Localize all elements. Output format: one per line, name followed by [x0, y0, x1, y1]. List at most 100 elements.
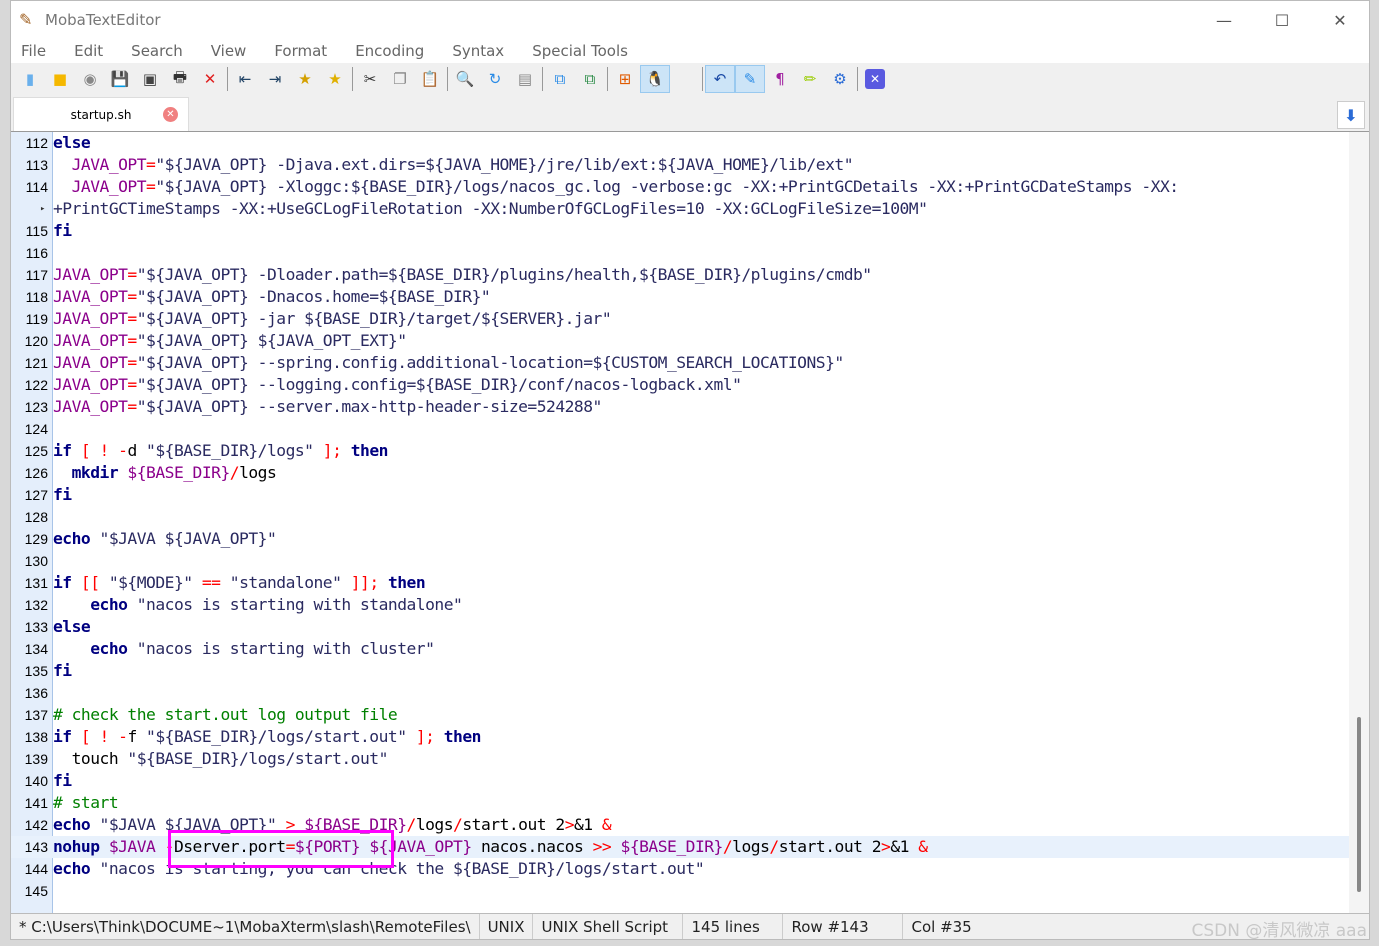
token: = [127, 397, 137, 416]
tab-startup-sh[interactable]: startup.sh ✕ [13, 97, 189, 131]
outdent-icon[interactable]: ⇤ [230, 65, 260, 93]
close-circle-icon[interactable]: ✕ [163, 107, 178, 122]
token: echo [53, 815, 91, 834]
menu-format[interactable]: Format [274, 42, 327, 60]
line-text: # start [53, 792, 119, 814]
token: f [127, 727, 147, 746]
minimize-button[interactable]: — [1195, 1, 1253, 39]
code-line: 117 JAVA_OPT="${JAVA_OPT} -Dloader.path=$… [11, 264, 1349, 286]
line-text: JAVA_OPT="${JAVA_OPT} -Dnacos.home=${BAS… [53, 286, 491, 308]
merge-icon[interactable]: ⧉ [575, 65, 605, 93]
code-area[interactable]: 112 else 113 JAVA_OPT="${JAVA_OPT} -Djava.… [11, 132, 1349, 902]
linux-eol-icon[interactable]: 🐧 [640, 65, 670, 93]
menu-view[interactable]: View [211, 42, 247, 60]
menu-special-tools[interactable]: Special Tools [532, 42, 628, 60]
maximize-button[interactable]: ☐ [1253, 1, 1311, 39]
token: = [127, 309, 137, 328]
status-row: Row #143 [783, 914, 904, 939]
scrollbar-thumb[interactable] [1357, 717, 1361, 892]
token: "${JAVA_OPT} -Xloggc:${BASE_DIR}/logs/na… [155, 177, 1179, 196]
token: JAVA_OPT [53, 353, 128, 372]
menu-search[interactable]: Search [131, 42, 183, 60]
vertical-scrollbar[interactable] [1349, 132, 1369, 913]
token: "${JAVA_OPT} -jar ${BASE_DIR}/target/${S… [136, 309, 612, 328]
cut-icon[interactable]: ✂ [355, 65, 385, 93]
token: ${BASE_DIR} [611, 837, 724, 856]
code-line: 139 touch "${BASE_DIR}/logs/start.out" [11, 748, 1349, 770]
status-path: * C:\Users\Think\DOCUME~1\MobaXterm\slas… [11, 914, 480, 939]
line-text: else [53, 132, 91, 154]
line-text: if [ ! -d "${BASE_DIR}/logs" ]; then [53, 440, 388, 462]
menu-syntax[interactable]: Syntax [452, 42, 504, 60]
settings-icon[interactable]: ⚙ [825, 65, 855, 93]
token: "${JAVA_OPT} --spring.config.additional-… [136, 353, 844, 372]
line-text: fi [53, 220, 72, 242]
line-number: 114 [25, 179, 48, 195]
window-controls: — ☐ ✕ [1195, 1, 1369, 39]
line-number: 119 [25, 311, 48, 327]
open-folder-icon[interactable]: ■ [45, 65, 75, 93]
undo-icon[interactable]: ↶ [705, 65, 735, 93]
code-editor[interactable]: 112 else 113 JAVA_OPT="${JAVA_OPT} -Djava.… [11, 131, 1369, 913]
new-file-icon[interactable]: ▮ [15, 65, 45, 93]
code-line: 123 JAVA_OPT="${JAVA_OPT} --server.max-ht… [11, 396, 1349, 418]
token: "nacos is starting with standalone" [127, 595, 463, 614]
token: "${JAVA_OPT} --server.max-http-header-si… [136, 397, 603, 416]
pilcrow-icon[interactable]: ¶ [765, 65, 795, 93]
token: = [127, 353, 137, 372]
exit-icon[interactable]: ✕ [865, 69, 885, 89]
token: fi [53, 485, 72, 504]
close-file-icon[interactable]: ✕ [195, 65, 225, 93]
highlighter-icon[interactable]: ✏ [795, 65, 825, 93]
token: [ ! - [71, 727, 128, 746]
token: "${BASE_DIR}/logs" [146, 441, 314, 460]
line-number: 140 [24, 773, 48, 789]
code-line: 122 JAVA_OPT="${JAVA_OPT} --logging.confi… [11, 374, 1349, 396]
menu-encoding[interactable]: Encoding [355, 42, 424, 60]
line-text: mkdir ${BASE_DIR}/logs [53, 462, 277, 484]
token: +PrintGCTimeStamps -XX:+UseGCLogFileRota… [53, 199, 928, 218]
menu-edit[interactable]: Edit [74, 42, 103, 60]
reload-icon[interactable]: ◉ [75, 65, 105, 93]
token: / [229, 463, 240, 482]
compare-icon[interactable]: ⧉ [545, 65, 575, 93]
search-icon[interactable]: 🔍 [450, 65, 480, 93]
replace-icon[interactable]: ↻ [480, 65, 510, 93]
close-button[interactable]: ✕ [1311, 1, 1369, 39]
line-text: else [53, 616, 91, 638]
token: / [769, 837, 779, 856]
goto-icon[interactable]: ▤ [510, 65, 540, 93]
paste-icon[interactable]: 📋 [415, 65, 445, 93]
bookmark-next-icon[interactable]: ★ [320, 65, 350, 93]
code-line: 118 JAVA_OPT="${JAVA_OPT} -Dnacos.home=${… [11, 286, 1349, 308]
line-text: echo "$JAVA ${JAVA_OPT}" [53, 528, 277, 550]
edit-mode-icon[interactable]: ✎ [735, 65, 765, 93]
token: fi [53, 221, 72, 240]
toolbar-separator [607, 67, 608, 91]
save-icon[interactable]: 💾 [105, 65, 135, 93]
line-text: fi [53, 484, 72, 506]
line-text: JAVA_OPT="${JAVA_OPT} -Djava.ext.dirs=${… [53, 154, 854, 176]
token: "${MODE}" [108, 573, 193, 592]
arrow-down-icon[interactable]: ⬇ [1337, 101, 1365, 129]
token: JAVA_OPT [71, 177, 147, 196]
token: if [53, 727, 72, 746]
code-line: 141 # start [11, 792, 1349, 814]
indent-icon[interactable]: ⇥ [260, 65, 290, 93]
line-number: 123 [24, 399, 48, 415]
toolbar-separator [227, 67, 228, 91]
code-line: 133 else [11, 616, 1349, 638]
token: "nacos is starting with cluster" [127, 639, 435, 658]
copy-icon[interactable]: ❐ [385, 65, 415, 93]
windows-eol-icon[interactable]: ⊞ [610, 65, 640, 93]
print-icon[interactable]: 🖶 [165, 65, 195, 93]
line-text: JAVA_OPT="${JAVA_OPT} -Dloader.path=${BA… [53, 264, 872, 286]
save-as-icon[interactable]: ▣ [135, 65, 165, 93]
line-number: 138 [24, 729, 48, 745]
line-text: JAVA_OPT="${JAVA_OPT} -jar ${BASE_DIR}/t… [53, 308, 612, 330]
menu-file[interactable]: File [21, 42, 46, 60]
bookmark-star-icon[interactable]: ★ [290, 65, 320, 93]
mac-eol-icon[interactable] [670, 65, 700, 93]
